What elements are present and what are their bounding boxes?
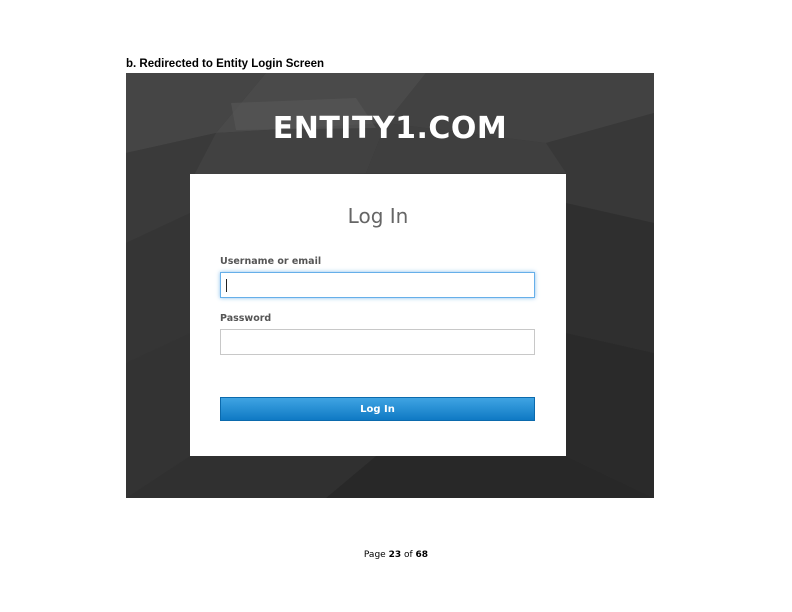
page-footer: Page 23 of 68 xyxy=(0,550,792,560)
username-input[interactable] xyxy=(220,272,535,298)
text-caret xyxy=(226,279,227,292)
current-page-number: 23 xyxy=(388,550,402,560)
brand-logo-text: ENTITY1.COM xyxy=(272,111,508,146)
login-button[interactable]: Log In xyxy=(220,397,535,421)
login-title: Log In xyxy=(347,204,409,228)
section-heading: b. Redirected to Entity Login Screen xyxy=(126,58,325,70)
login-screenshot: ENTITY1.COM Log In Username or email Pas… xyxy=(126,73,654,498)
password-label: Password xyxy=(220,313,272,324)
password-input[interactable] xyxy=(220,329,535,355)
username-label: Username or email xyxy=(220,256,322,267)
login-card: Log In Username or email Password Log In xyxy=(190,174,566,456)
footer-prefix: Page xyxy=(363,550,386,560)
footer-separator: of xyxy=(403,550,413,560)
total-pages-number: 68 xyxy=(415,550,429,560)
